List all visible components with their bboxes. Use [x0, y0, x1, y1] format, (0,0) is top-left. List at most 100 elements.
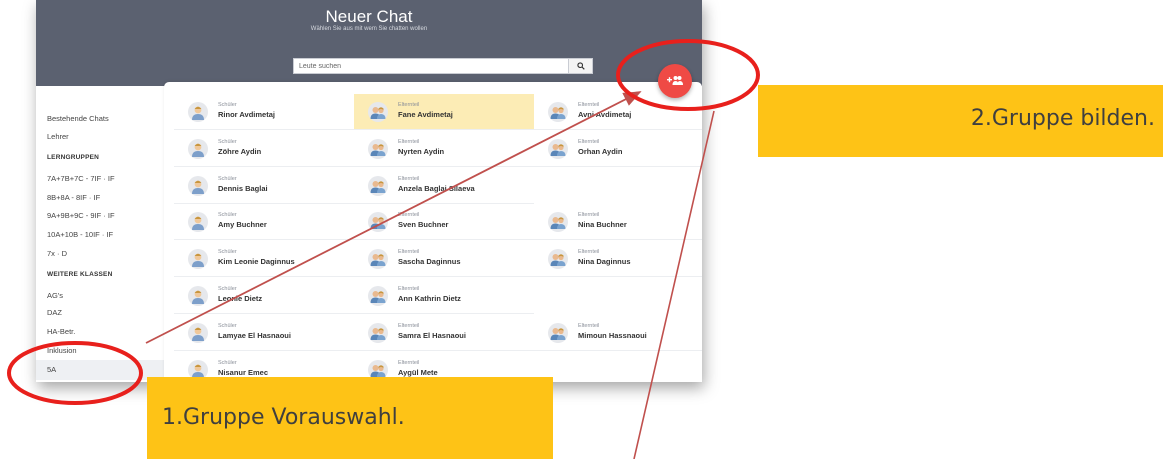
- avatar: [368, 212, 388, 233]
- contact-role: Elternteil: [398, 212, 420, 219]
- contact-item[interactable]: Elternteil Nina Daginnus: [534, 241, 702, 278]
- contact-name: Avni Avdimetaj: [578, 110, 632, 119]
- create-group-button[interactable]: [658, 64, 692, 98]
- callout-step1-text: 1.Gruppe Vorauswahl.: [162, 405, 405, 430]
- avatar: [188, 249, 208, 270]
- avatar: [188, 212, 208, 233]
- contact-name: Sascha Daginnus: [398, 257, 461, 267]
- contact-name: Lamyae El Hasnaoui: [218, 330, 291, 340]
- avatar: [188, 286, 208, 306]
- contact-role: Schüler: [218, 212, 237, 219]
- search-box: [293, 58, 593, 74]
- avatar: [188, 322, 208, 343]
- parent-avatar-icon: [370, 180, 386, 193]
- contact-name: Sven Buchner: [398, 220, 449, 230]
- avatar: [548, 138, 568, 159]
- student-avatar-icon: [192, 180, 204, 194]
- contact-role: Elternteil: [398, 175, 420, 182]
- sidebar-item[interactable]: Bestehende Chats: [47, 114, 109, 123]
- contact-item[interactable]: Schüler Zöhre Aydin: [174, 131, 354, 167]
- contact-role: Schüler: [218, 175, 237, 182]
- contact-name: Nyrten Aydin: [398, 146, 445, 156]
- contact-role: Elternteil: [398, 102, 420, 108]
- avatar: [188, 138, 208, 159]
- sidebar-item[interactable]: 7x · D: [47, 249, 67, 258]
- avatar: [188, 102, 208, 122]
- parent-avatar-icon: [550, 217, 566, 230]
- search-icon: [577, 62, 585, 70]
- header: Neuer Chat Wählen Sie aus mit wem Sie ch…: [36, 0, 702, 86]
- contact-name: Amy Buchner: [218, 220, 267, 230]
- contact-item[interactable]: Schüler Rinor Avdimetaj: [174, 94, 354, 130]
- parent-avatar-icon: [370, 327, 386, 340]
- contact-item[interactable]: Elternteil Sven Buchner: [354, 204, 534, 241]
- contact-item[interactable]: Schüler Dennis Baglai: [174, 168, 354, 204]
- contact-name: Kim Leonie Daginnus: [218, 257, 295, 267]
- contact-name: Aygül Mete: [398, 367, 438, 377]
- contact-name: Zöhre Aydin: [218, 146, 262, 156]
- student-avatar-icon: [192, 290, 204, 304]
- contact-name: Samra El Hasnaoui: [398, 330, 466, 340]
- contact-role: Schüler: [218, 286, 237, 292]
- sidebar-item[interactable]: 8B+8A - 8IF · IF: [47, 193, 100, 202]
- contact-role: Elternteil: [398, 322, 420, 329]
- callout-step1: 1.Gruppe Vorauswahl.: [147, 377, 553, 459]
- contact-item[interactable]: Elternteil Fane Avdimetaj: [354, 94, 534, 130]
- sidebar-item[interactable]: DAZ: [47, 308, 62, 317]
- sidebar-item[interactable]: 10A+10B - 10IF · IF: [47, 230, 113, 239]
- avatar: [548, 212, 568, 233]
- contact-item[interactable]: Elternteil Ann Kathrin Dietz: [354, 278, 534, 314]
- contact-name: Nina Buchner: [578, 220, 627, 230]
- contact-item[interactable]: Elternteil Nina Buchner: [534, 204, 702, 241]
- avatar: [548, 249, 568, 270]
- contact-role: Schüler: [218, 138, 237, 145]
- contact-item[interactable]: Elternteil Avni Avdimetaj: [534, 94, 702, 130]
- sidebar-heading: WEITERE KLASSEN: [47, 271, 113, 278]
- sidebar-item[interactable]: 9A+9B+9C - 9IF · IF: [47, 211, 115, 220]
- search-button[interactable]: [568, 59, 592, 73]
- contact-item[interactable]: Elternteil Mimoun Hassnaoui: [534, 315, 702, 351]
- parent-avatar-icon: [370, 291, 386, 303]
- contact-role: Schüler: [218, 249, 237, 256]
- chat-window: Neuer Chat Wählen Sie aus mit wem Sie ch…: [36, 0, 702, 382]
- contact-item[interactable]: Elternteil Orhan Aydin: [534, 131, 702, 167]
- sidebar-item[interactable]: 7A+7B+7C - 7IF · IF: [47, 174, 115, 183]
- contact-item[interactable]: Elternteil Nyrten Aydin: [354, 131, 534, 167]
- parent-avatar-icon: [370, 254, 386, 267]
- student-avatar-icon: [192, 253, 204, 268]
- avatar: [548, 322, 568, 343]
- sidebar-item[interactable]: 5A: [47, 365, 56, 374]
- sidebar-heading: LERNGRUPPEN: [47, 154, 100, 161]
- contact-item[interactable]: Schüler Leonie Dietz: [174, 278, 354, 314]
- contact-item[interactable]: Elternteil Sascha Daginnus: [354, 241, 534, 278]
- student-avatar-icon: [192, 216, 204, 231]
- sidebar-item[interactable]: Inklusion: [47, 346, 77, 355]
- parent-avatar-icon: [550, 107, 566, 119]
- sidebar-item[interactable]: HA-Betr.: [47, 327, 75, 336]
- contact-role: Schüler: [218, 102, 237, 108]
- parent-avatar-icon: [550, 254, 566, 267]
- avatar: [188, 175, 208, 196]
- search-input[interactable]: [294, 59, 566, 73]
- sidebar-item[interactable]: Lehrer: [47, 132, 69, 141]
- contact-role: Schüler: [218, 359, 237, 366]
- contact-name: Nisanur Emec: [218, 367, 269, 377]
- avatar: [368, 138, 388, 159]
- sidebar-item[interactable]: AG's: [47, 291, 63, 300]
- sidebar: Bestehende Chats Lehrer LERNGRUPPEN 7A+7B+7…: [36, 86, 165, 382]
- contact-list: Schüler Rinor Avdimetaj Elternteil Fane Avd…: [164, 82, 702, 382]
- contact-role: Elternteil: [578, 249, 600, 256]
- contact-item[interactable]: Schüler Lamyae El Hasnaoui: [174, 315, 354, 351]
- avatar: [368, 102, 388, 122]
- contact-name: Nina Daginnus: [578, 257, 631, 267]
- contact-name: Fane Avdimetaj: [398, 110, 453, 119]
- avatar: [368, 249, 388, 270]
- contact-item[interactable]: Elternteil Samra El Hasnaoui: [354, 315, 534, 351]
- contact-item[interactable]: Schüler Kim Leonie Daginnus: [174, 241, 354, 278]
- page-subtitle: Wählen Sie aus mit wem Sie chatten wolle…: [310, 26, 428, 32]
- contact-item[interactable]: Elternteil Anzela Baglai Silaeva: [354, 168, 534, 204]
- contact-role: Elternteil: [578, 212, 600, 219]
- contact-item[interactable]: Schüler Amy Buchner: [174, 204, 354, 241]
- contact-role: Schüler: [218, 322, 237, 329]
- parent-avatar-icon: [550, 143, 566, 156]
